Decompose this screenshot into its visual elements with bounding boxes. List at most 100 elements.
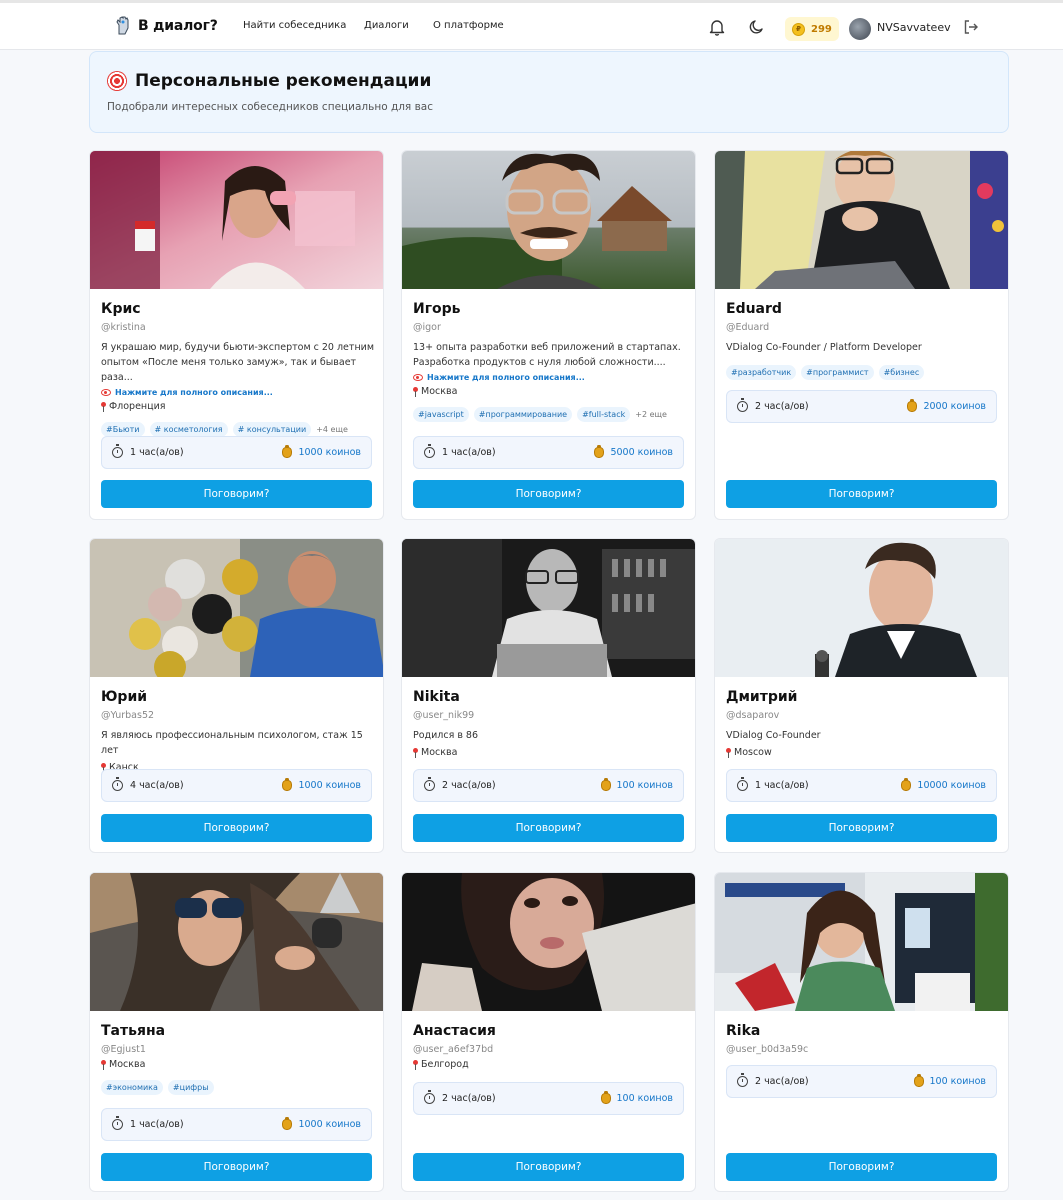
profile-name[interactable]: Анастасия [413,1023,686,1039]
profile-card[interactable]: Анастасия @user_a6ef37bd Белгород 2 час(… [401,872,696,1192]
profile-card[interactable]: Eduard @Eduard VDialog Co-Founder / Plat… [714,150,1009,520]
money-bag-icon [907,399,918,412]
session-duration: 4 час(а/ов) [112,777,184,791]
talk-button[interactable]: Поговорим? [101,814,372,842]
page-title-text: Персональные рекомендации [135,71,432,91]
duration-text: 1 час(а/ов) [130,1119,184,1130]
talk-button[interactable]: Поговорим? [413,480,684,508]
profile-name[interactable]: Nikita [413,689,686,705]
price-text: 1000 коинов [298,780,361,791]
pin-icon [413,386,418,397]
profile-name[interactable]: Татьяна [101,1023,374,1039]
username[interactable]: NVSavvateev [877,21,951,34]
nav-link-about[interactable]: О платформе [433,20,504,31]
profile-photo[interactable] [715,151,1008,289]
tag[interactable]: #full-stack [577,407,631,422]
tag[interactable]: #бизнес [878,365,925,380]
profile-photo[interactable] [90,539,383,677]
profile-name[interactable]: Eduard [726,301,999,317]
profile-location-text: Флоренция [109,401,166,412]
profile-handle: @Eduard [726,322,770,333]
session-price: 1000 коинов [282,1117,361,1130]
target-icon [107,71,127,91]
tag[interactable]: #экономика [101,1080,163,1095]
talk-button[interactable]: Поговорим? [101,480,372,508]
session-duration: 2 час(а/ов) [737,1073,809,1087]
profile-card[interactable]: Rika @user_b0d3a59c 2 час(а/ов) 100 коин… [714,872,1009,1192]
recommendations-banner: Персональные рекомендации Подобрали инте… [89,51,1009,133]
price-text: 1000 коинов [298,447,361,458]
nav-link-find[interactable]: Найти собеседника [243,20,346,31]
show-full-description[interactable]: Нажмите для полного описания... [413,373,686,382]
profile-card[interactable]: Крис @kristina Я украшаю мир, будучи бью… [89,150,384,520]
tags-more[interactable]: +4 еще [316,425,348,434]
talk-button[interactable]: Поговорим? [413,1153,684,1181]
talk-button[interactable]: Поговорим? [726,480,997,508]
session-duration: 1 час(а/ов) [112,444,184,458]
tag[interactable]: # консультации [232,422,312,437]
tags-more[interactable]: +2 еще [635,410,667,419]
tag[interactable]: #Бьюти [101,422,145,437]
tag[interactable]: #программирование [473,407,573,422]
profile-photo[interactable] [715,873,1008,1011]
profile-handle: @kristina [101,322,146,333]
logout-icon[interactable] [963,19,979,39]
profile-name[interactable]: Игорь [413,301,686,317]
profile-photo[interactable] [90,151,383,289]
profile-bio: Я являюсь профессиональным психологом, с… [101,730,363,756]
money-bag-icon [282,1117,293,1130]
session-price: 100 коинов [913,1074,986,1087]
duration-text: 2 час(а/ов) [442,1093,496,1104]
logo[interactable]: В диалог? [114,16,218,36]
bell-icon[interactable] [709,19,725,40]
profile-photo[interactable] [402,151,695,289]
top-navbar: В диалог? Найти собеседника Диалоги О пл… [0,3,1063,50]
profile-location: Москва [413,747,686,758]
profile-card[interactable]: Юрий @Yurbas52 Я являюсь профессиональны… [89,538,384,853]
profile-card[interactable]: Nikita @user_nik99 Родился в 86 Москва 2… [401,538,696,853]
session-info: 1 час(а/ов) 5000 коинов [413,436,684,469]
pin-icon [101,1059,106,1070]
page-title: Персональные рекомендации [107,71,431,91]
profile-name[interactable]: Rika [726,1023,999,1039]
profile-bio: VDialog Co-Founder [726,730,821,741]
timer-icon [424,1090,435,1104]
nav-link-dialogs[interactable]: Диалоги [364,20,409,31]
coin-icon: ₽ [792,22,805,36]
profile-name[interactable]: Крис [101,301,374,317]
moon-icon[interactable] [749,19,765,39]
profile-name[interactable]: Юрий [101,689,374,705]
profile-name[interactable]: Дмитрий [726,689,999,705]
timer-icon [112,1116,123,1130]
profile-photo[interactable] [715,539,1008,677]
profile-handle: @Yurbas52 [101,710,155,721]
profile-photo[interactable] [90,873,383,1011]
session-price: 5000 коинов [594,445,673,458]
profile-card[interactable]: Дмитрий @dsaparov VDialog Co-Founder Mos… [714,538,1009,853]
tag[interactable]: # косметология [149,422,228,437]
session-info: 2 час(а/ов) 100 коинов [413,1082,684,1115]
tag[interactable]: #цифры [167,1080,214,1095]
talk-button[interactable]: Поговорим? [726,814,997,842]
money-bag-icon [282,445,293,458]
session-price: 1000 коинов [282,445,361,458]
talk-button[interactable]: Поговорим? [413,814,684,842]
profile-photo[interactable] [402,873,695,1011]
session-price: 100 коинов [600,1091,673,1104]
profile-card[interactable]: Татьяна @Egjust1 Москва #экономика #цифр… [89,872,384,1192]
money-bag-icon [282,778,293,791]
duration-text: 2 час(а/ов) [442,780,496,791]
tag[interactable]: #javascript [413,407,469,422]
profile-bio: Я украшаю мир, будучи бьюти-экспертом с … [101,342,374,383]
avatar[interactable] [849,18,871,40]
talk-button[interactable]: Поговорим? [101,1153,372,1181]
coin-balance[interactable]: ₽ 299 [785,17,839,41]
profile-photo[interactable] [402,539,695,677]
show-full-description[interactable]: Нажмите для полного описания... [101,388,374,397]
talk-button[interactable]: Поговорим? [726,1153,997,1181]
profile-card[interactable]: Игорь @igor 13+ опыта разработки веб при… [401,150,696,520]
tag[interactable]: #разработчик [726,365,797,380]
tag[interactable]: #программист [801,365,874,380]
duration-text: 2 час(а/ов) [755,401,809,412]
profile-bio: VDialog Co-Founder / Platform Developer [726,342,922,353]
